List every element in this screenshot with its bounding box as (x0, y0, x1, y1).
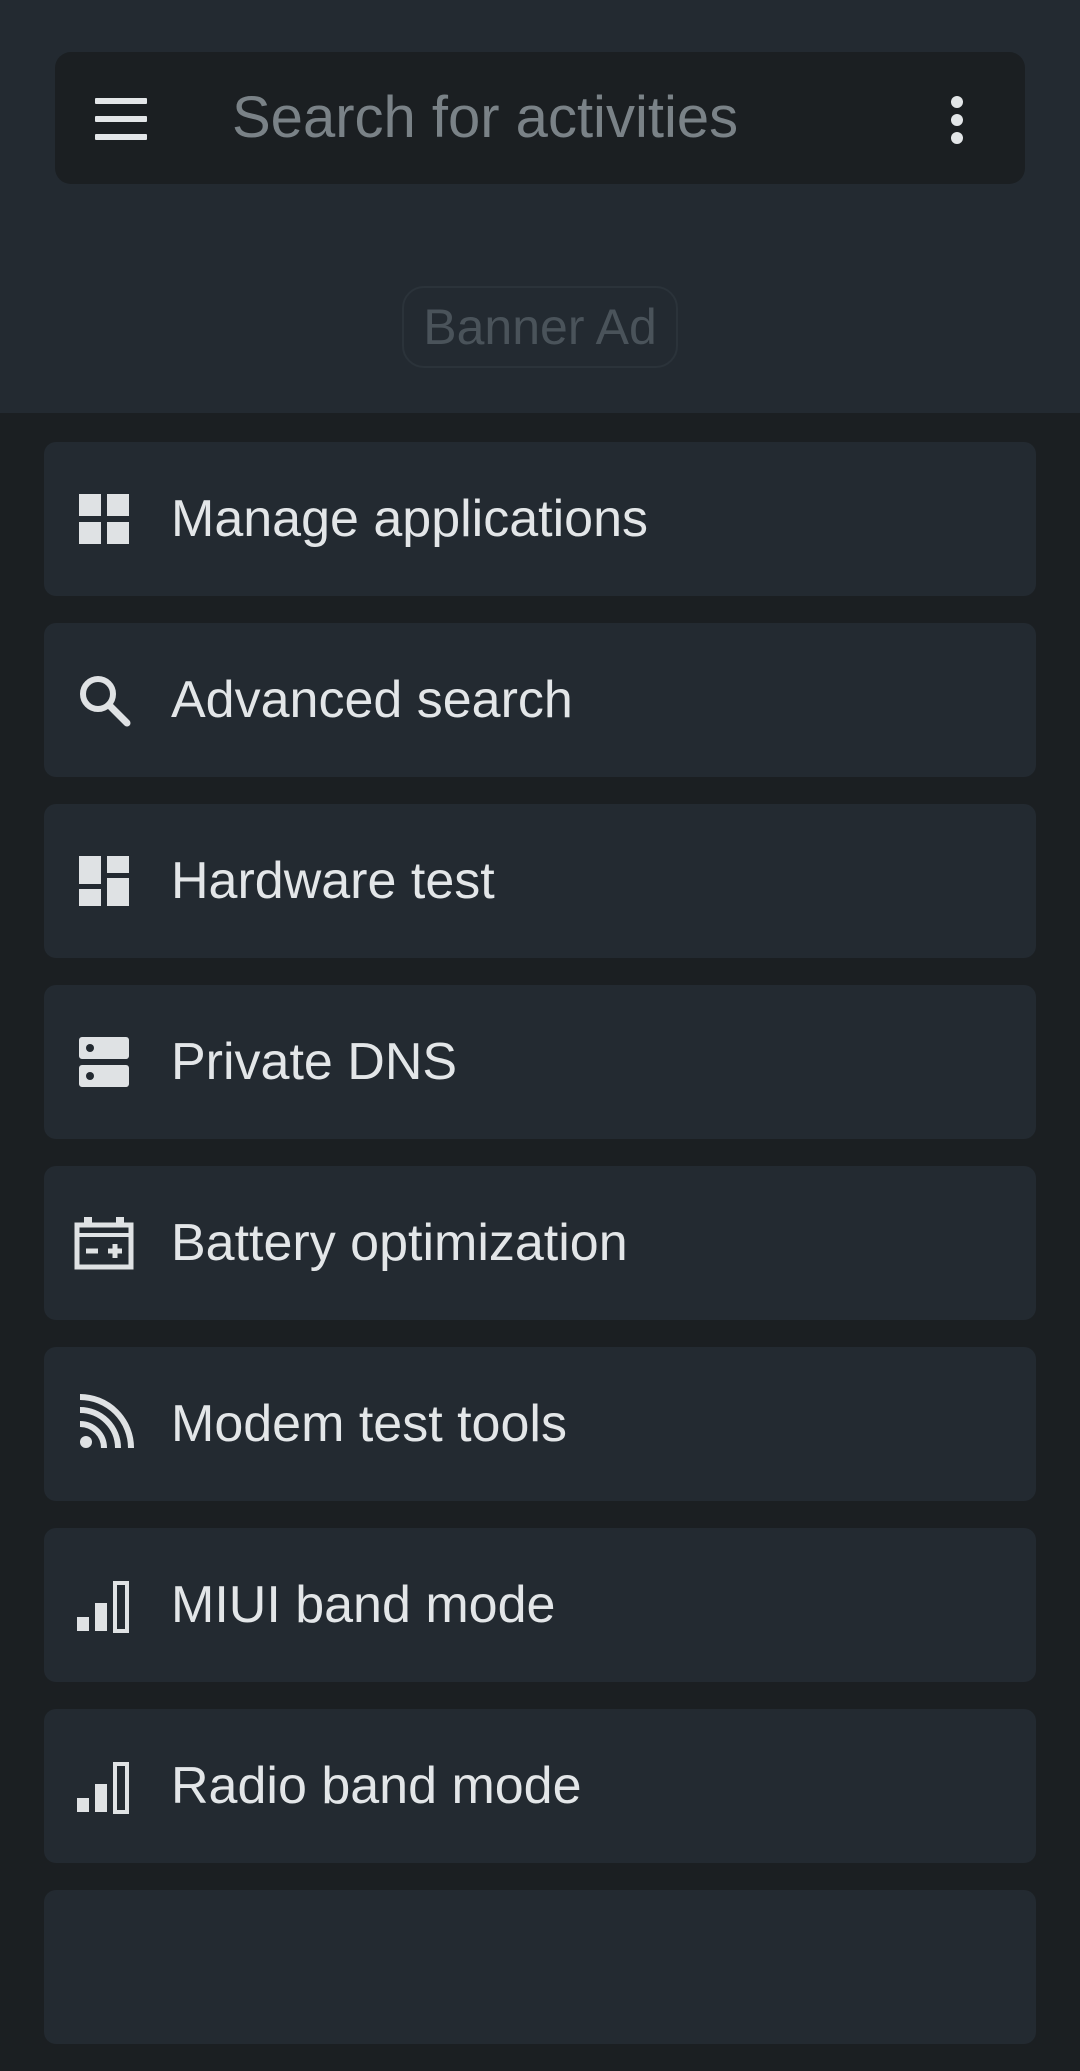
list-item-label: MIUI band mode (171, 1576, 556, 1634)
activity-list: Manage applications Advanced search Hard… (44, 442, 1036, 2071)
list-item-label: Advanced search (171, 671, 573, 729)
list-item-label: Modem test tools (171, 1395, 567, 1453)
list-item-label: Battery optimization (171, 1214, 628, 1272)
rss-feed-icon (79, 1394, 134, 1449)
list-item-modem-test-tools[interactable]: Modem test tools (44, 1347, 1036, 1501)
dashboard-icon (79, 856, 129, 906)
list-item-label: Manage applications (171, 490, 648, 548)
list-item-battery-optimization[interactable]: Battery optimization (44, 1166, 1036, 1320)
dns-server-icon (79, 1037, 129, 1087)
search-icon (80, 676, 131, 727)
more-vert-icon[interactable] (950, 96, 964, 144)
list-item-hardware-test[interactable]: Hardware test (44, 804, 1036, 958)
apps-grid-icon (79, 494, 129, 544)
signal-bars-icon (77, 1581, 129, 1633)
header-area: Search for activities Banner Ad (0, 0, 1080, 413)
list-item-manage-applications[interactable]: Manage applications (44, 442, 1036, 596)
list-item-private-dns[interactable]: Private DNS (44, 985, 1036, 1139)
search-input[interactable]: Search for activities (232, 82, 738, 154)
list-item-advanced-search[interactable]: Advanced search (44, 623, 1036, 777)
list-item-label: Private DNS (171, 1033, 458, 1091)
signal-bars-icon (77, 1762, 129, 1814)
list-item-label: Radio band mode (171, 1757, 582, 1815)
menu-icon[interactable] (95, 98, 147, 140)
banner-ad[interactable]: Banner Ad (402, 286, 678, 368)
battery-plus-icon (74, 1217, 134, 1270)
list-item-label: Hardware test (171, 852, 495, 910)
list-item-radio-band-mode[interactable]: Radio band mode (44, 1709, 1036, 1863)
list-item-partial[interactable] (44, 1890, 1036, 2044)
list-item-miui-band-mode[interactable]: MIUI band mode (44, 1528, 1036, 1682)
